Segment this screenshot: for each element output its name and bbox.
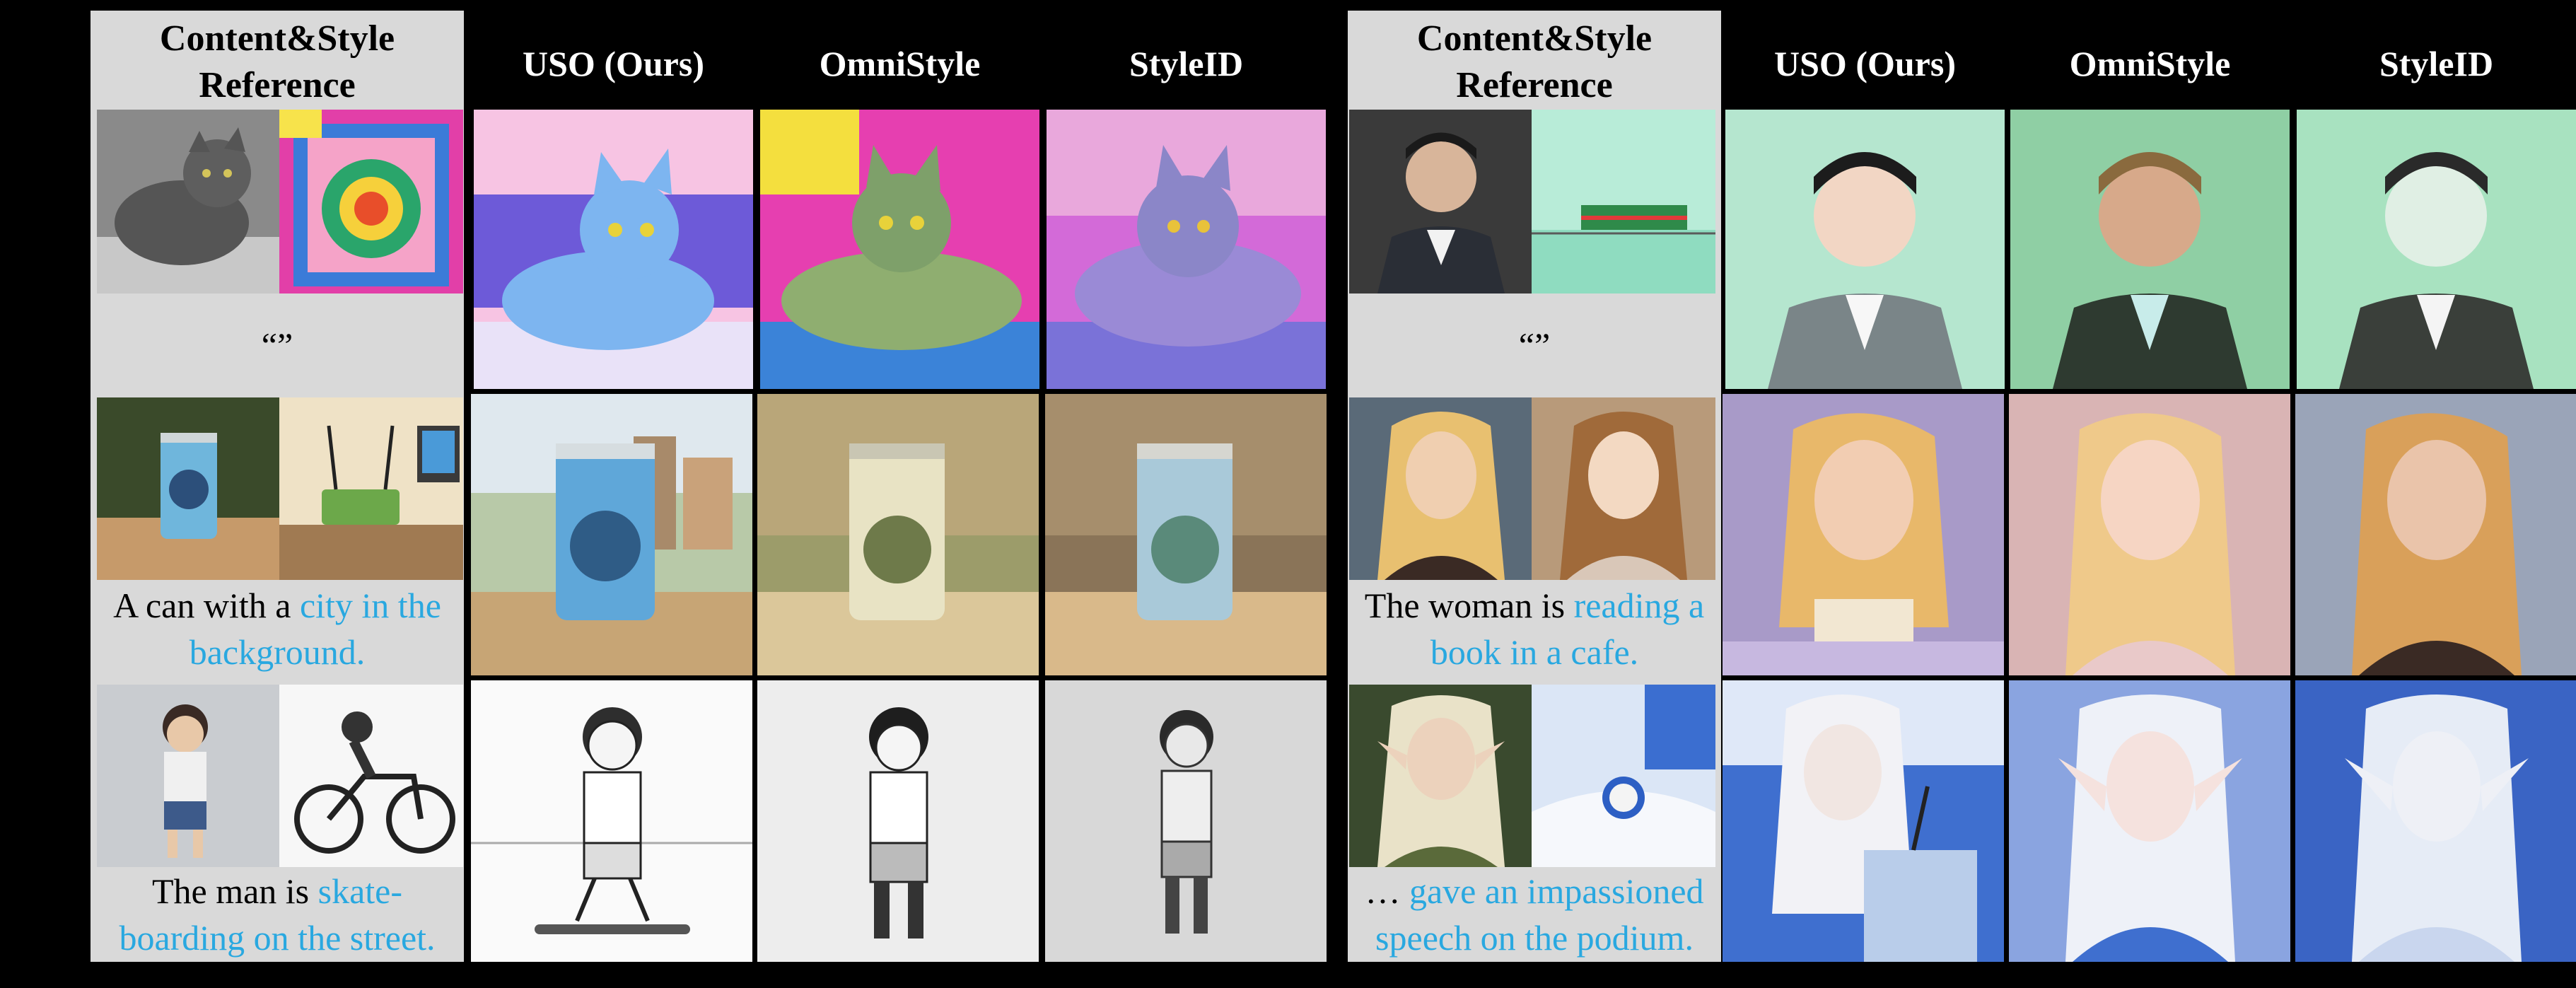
right-row1-result-uso: [1725, 110, 2005, 389]
right-method-header-omnistyle: OmniStyle: [2069, 44, 2231, 83]
left-reference-header: Content&Style Reference: [91, 16, 464, 109]
right-row3-content-ref-image: [1349, 685, 1532, 867]
right-row1-result-styleid: [2297, 110, 2576, 389]
left-row2-result-omnistyle: [757, 394, 1039, 675]
right-row3-style-ref-image: [1532, 685, 1715, 867]
left-row2-prompt-text: A can with a: [113, 586, 300, 625]
left-row1-style-ref-image: [279, 110, 463, 294]
right-method-header-styleid: StyleID: [2379, 44, 2494, 83]
left-row2-style-ref-image: [279, 397, 463, 580]
left-row1-result-styleid: [1047, 110, 1326, 389]
left-row3-result-uso: [471, 680, 752, 962]
right-row1-style-ref-image: [1532, 110, 1715, 294]
right-row1-content-ref-image: [1349, 110, 1532, 294]
left-row2-content-ref-image: [97, 397, 279, 580]
right-row1-result-omnistyle: [2010, 110, 2290, 389]
right-ref-header-line2: Reference: [1456, 65, 1613, 105]
right-row1-prompt: “”: [1348, 296, 1721, 395]
right-row3-prompt: … gave an impassioned speech on the podi…: [1348, 867, 1721, 962]
left-row1-prompt-text: “”: [261, 325, 293, 365]
left-ref-header-line1: Content&Style: [159, 18, 395, 59]
right-row2-content-ref-image: [1349, 397, 1532, 580]
right-row3-prompt-text: …: [1365, 871, 1409, 911]
right-row2-result-uso: [1723, 394, 2004, 675]
left-row1-prompt: “”: [91, 296, 464, 395]
right-row2-prompt-text: The woman is: [1364, 586, 1574, 625]
right-method-header-uso: USO (Ours): [1774, 44, 1956, 83]
left-row3-style-ref-image: [279, 685, 463, 867]
left-row1-content-ref-image: [97, 110, 279, 294]
left-row3-content-ref-image: [97, 685, 279, 867]
right-row3-result-styleid: [2295, 680, 2576, 962]
right-row1-prompt-text: “”: [1518, 325, 1551, 365]
right-row3-prompt-highlight: gave an impassioned speech on the podium…: [1375, 871, 1704, 958]
left-row3-prompt-text: The man is: [151, 871, 318, 911]
right-row3-result-uso: [1723, 680, 2004, 962]
left-row2-result-styleid: [1045, 394, 1327, 675]
right-ref-header-line1: Content&Style: [1416, 18, 1653, 59]
left-row2-prompt: A can with a city in the background.: [91, 579, 464, 679]
right-row2-result-styleid: [2295, 394, 2576, 675]
right-row2-result-omnistyle: [2009, 394, 2290, 675]
left-row3-prompt: The man is skate-boarding on the street.: [91, 867, 464, 962]
left-method-header-styleid: StyleID: [1129, 44, 1244, 83]
right-row2-prompt: The woman is reading a book in a cafe.: [1348, 579, 1721, 679]
right-row3-result-omnistyle: [2009, 680, 2290, 962]
left-row1-result-omnistyle: [760, 110, 1039, 389]
left-row3-result-omnistyle: [757, 680, 1039, 962]
left-ref-header-line2: Reference: [199, 65, 356, 105]
right-reference-header: Content&Style Reference: [1348, 16, 1721, 109]
left-row1-result-uso: [474, 110, 753, 389]
left-row2-result-uso: [471, 394, 752, 675]
right-row2-style-ref-image: [1532, 397, 1715, 580]
left-method-header-uso: USO (Ours): [523, 44, 704, 83]
left-method-header-omnistyle: OmniStyle: [819, 44, 981, 83]
left-row3-result-styleid: [1045, 680, 1327, 962]
